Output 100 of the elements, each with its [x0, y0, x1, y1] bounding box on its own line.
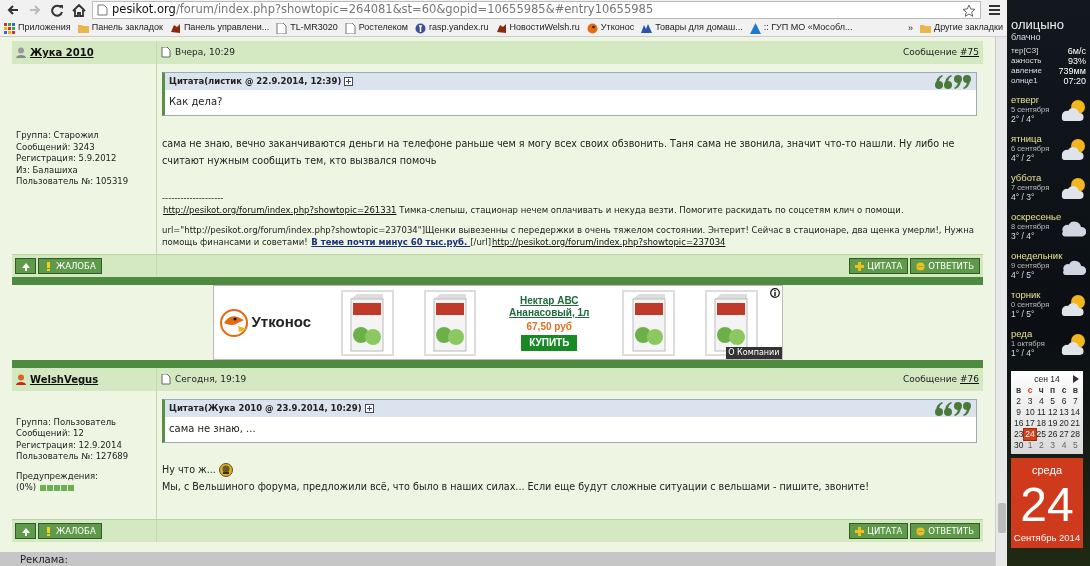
bookmark-link[interactable]: Товары для домаш... [641, 21, 743, 35]
page-icon [276, 22, 288, 34]
calendar-day[interactable]: 17 [1024, 418, 1036, 429]
next-month-icon[interactable] [1073, 375, 1079, 383]
post-number: Сообщение #75 [903, 45, 979, 59]
weekday-label: п [1049, 385, 1057, 396]
bookmark-link[interactable]: Панель закладок [77, 21, 163, 35]
calendar-day[interactable]: 11 [1035, 407, 1047, 418]
duck-icon [586, 22, 598, 34]
calendar-day[interactable]: 23 [1013, 429, 1025, 440]
forecast-temps: 1° / 4° [1011, 348, 1036, 358]
up-arrow-icon [21, 526, 30, 536]
calendar-month: сен 14 [1034, 373, 1060, 385]
bookmark-link[interactable]: TL-MR3020 [276, 21, 338, 35]
profile-line: Регистрация: 12.9.2014 [16, 439, 123, 451]
scrollbar[interactable] [995, 37, 1007, 566]
calendar-day[interactable]: 20 [1058, 418, 1070, 429]
calendar-day[interactable]: 4 [1035, 396, 1047, 407]
calendar-day[interactable]: 3 [1047, 440, 1059, 451]
profile-line: Группа: Пользователь [16, 416, 118, 428]
link[interactable]: #75 [960, 46, 979, 57]
page-icon [161, 374, 171, 385]
plus-icon [855, 261, 865, 271]
address-bar[interactable]: pesikot.org/forum/index.php?showtopic=264081&st=60&gopid=10655985&#entry10655985 [92, 1, 981, 19]
bookmark-link[interactable]: Другие закладки [920, 21, 1003, 35]
warning-squares-icon [40, 484, 75, 491]
bookmark-link[interactable]: НовостиWelsh.ru [495, 21, 580, 35]
buy-button[interactable]: КУПИТЬ [521, 334, 578, 351]
calendar-day[interactable]: 10 [1024, 407, 1036, 418]
calendar-day[interactable]: 28 [1069, 429, 1081, 440]
about-link[interactable]: О Компании [726, 347, 782, 359]
bookmark-link[interactable]: :: ГУП МО «Мособл... [749, 21, 853, 35]
calendar-day[interactable]: 18 [1035, 418, 1047, 429]
triangle-favicon-icon [749, 22, 761, 34]
bookmark-link[interactable]: Ростелеком [344, 21, 409, 35]
signature-text: url="http://pesikot.org/forum/index.php?showtopic=237034"]Щенки вывезенны с передержки в очень тяжелом состоянии. Энтерит! Сейчас в стационаре, два щенка умерли!, Нужна помощь финансами и советами! В теме почти минус 60 тыс.руб. [/url]http://pesikot.org/forum/index.php?showtopic=237034 [162, 224, 976, 248]
bookmark-link[interactable]: rasp.yandex.ru [415, 21, 489, 35]
circle-favicon-icon [415, 22, 427, 34]
weather-stat-label: авление [1011, 66, 1042, 76]
forecast-day: торник [1011, 290, 1050, 300]
sun-cloud-icon [1060, 98, 1086, 121]
calendar-day[interactable]: 5 [1047, 396, 1059, 407]
home-button[interactable] [70, 1, 88, 19]
bookmark-link[interactable]: Панель управлени... [169, 21, 270, 35]
star-icon[interactable] [962, 3, 976, 17]
calendar-day[interactable]: 19 [1047, 418, 1059, 429]
calendar-day[interactable]: 5 [1069, 440, 1081, 451]
link[interactable]: В теме почти минус 60 тыс.руб. [311, 237, 471, 247]
calendar-day[interactable]: 24 [1024, 429, 1036, 440]
expand-icon[interactable] [364, 404, 374, 413]
smiley-icon [218, 463, 233, 477]
day-number: 24 [1019, 478, 1075, 531]
calendar-day[interactable]: 27 [1058, 429, 1070, 440]
bookmark-link[interactable]: Приложения [4, 21, 71, 35]
mountain-favicon-icon [641, 22, 653, 34]
bookmark-link[interactable]: Утконос [586, 21, 635, 35]
calendar-day[interactable]: 14 [1069, 407, 1081, 418]
calendar-day[interactable]: 7 [1069, 396, 1081, 407]
scroll-up-button[interactable] [15, 258, 36, 274]
calendar-day[interactable]: 12 [1047, 407, 1059, 418]
link[interactable]: http://pesikot.org/forum/index.php?showtopic=261331 [163, 205, 397, 215]
exclamation-icon [44, 526, 53, 536]
warnings-value: (0%) [16, 482, 37, 494]
forecast-temps: 4° / 3° [1011, 192, 1036, 202]
calendar-day[interactable]: 26 [1047, 429, 1059, 440]
calendar-day[interactable]: 3 [1024, 396, 1036, 407]
calendar-day[interactable]: 1 [1024, 440, 1036, 451]
page-icon [161, 47, 171, 58]
weekday-label: в [1015, 385, 1023, 396]
calendar-day[interactable]: 16 [1013, 418, 1025, 429]
scrollbar-thumb[interactable] [997, 503, 1006, 533]
forecast-temps: 4° / 5° [1011, 270, 1036, 280]
profile-line: Пользователь №: 105319 [16, 176, 130, 188]
city-name: олицыно [1011, 18, 1065, 32]
forecast-temps: 4° / 2° [1011, 153, 1036, 163]
calendar-day[interactable]: 2 [1013, 396, 1025, 407]
calendar-day[interactable]: 6 [1058, 396, 1070, 407]
calendar-day[interactable]: 30 [1013, 440, 1025, 451]
post-date: Сегодня, 19:19 [175, 372, 247, 386]
forward-arrow-icon [28, 4, 42, 16]
expand-icon[interactable] [344, 77, 354, 86]
menu-icon [987, 4, 1001, 16]
calendar-day[interactable]: 2 [1035, 440, 1047, 451]
calendar-day[interactable]: 25 [1035, 429, 1047, 440]
link[interactable]: #76 [960, 373, 979, 384]
weekday-label: ч [1037, 385, 1045, 396]
ad-label: Реклама: [20, 552, 68, 566]
scroll-up-button[interactable] [15, 523, 36, 539]
info-icon[interactable] [769, 288, 780, 298]
weekday-label: с [1060, 385, 1068, 396]
bookmarks-overflow-button[interactable]: » [908, 23, 914, 33]
sun-cloud-icon [1060, 293, 1086, 316]
calendar-day[interactable]: 9 [1013, 407, 1025, 418]
calendar-day[interactable]: 21 [1069, 418, 1081, 429]
link[interactable]: http://pesikot.org/forum/index.php?showtopic=237034 [491, 237, 726, 247]
folder-icon [77, 22, 89, 34]
calendar-day[interactable]: 4 [1058, 440, 1070, 451]
calendar-day[interactable]: 13 [1058, 407, 1070, 418]
product-link[interactable]: Нектар АВС Ананасовый, 1л [506, 294, 593, 319]
folder-icon [920, 22, 932, 34]
